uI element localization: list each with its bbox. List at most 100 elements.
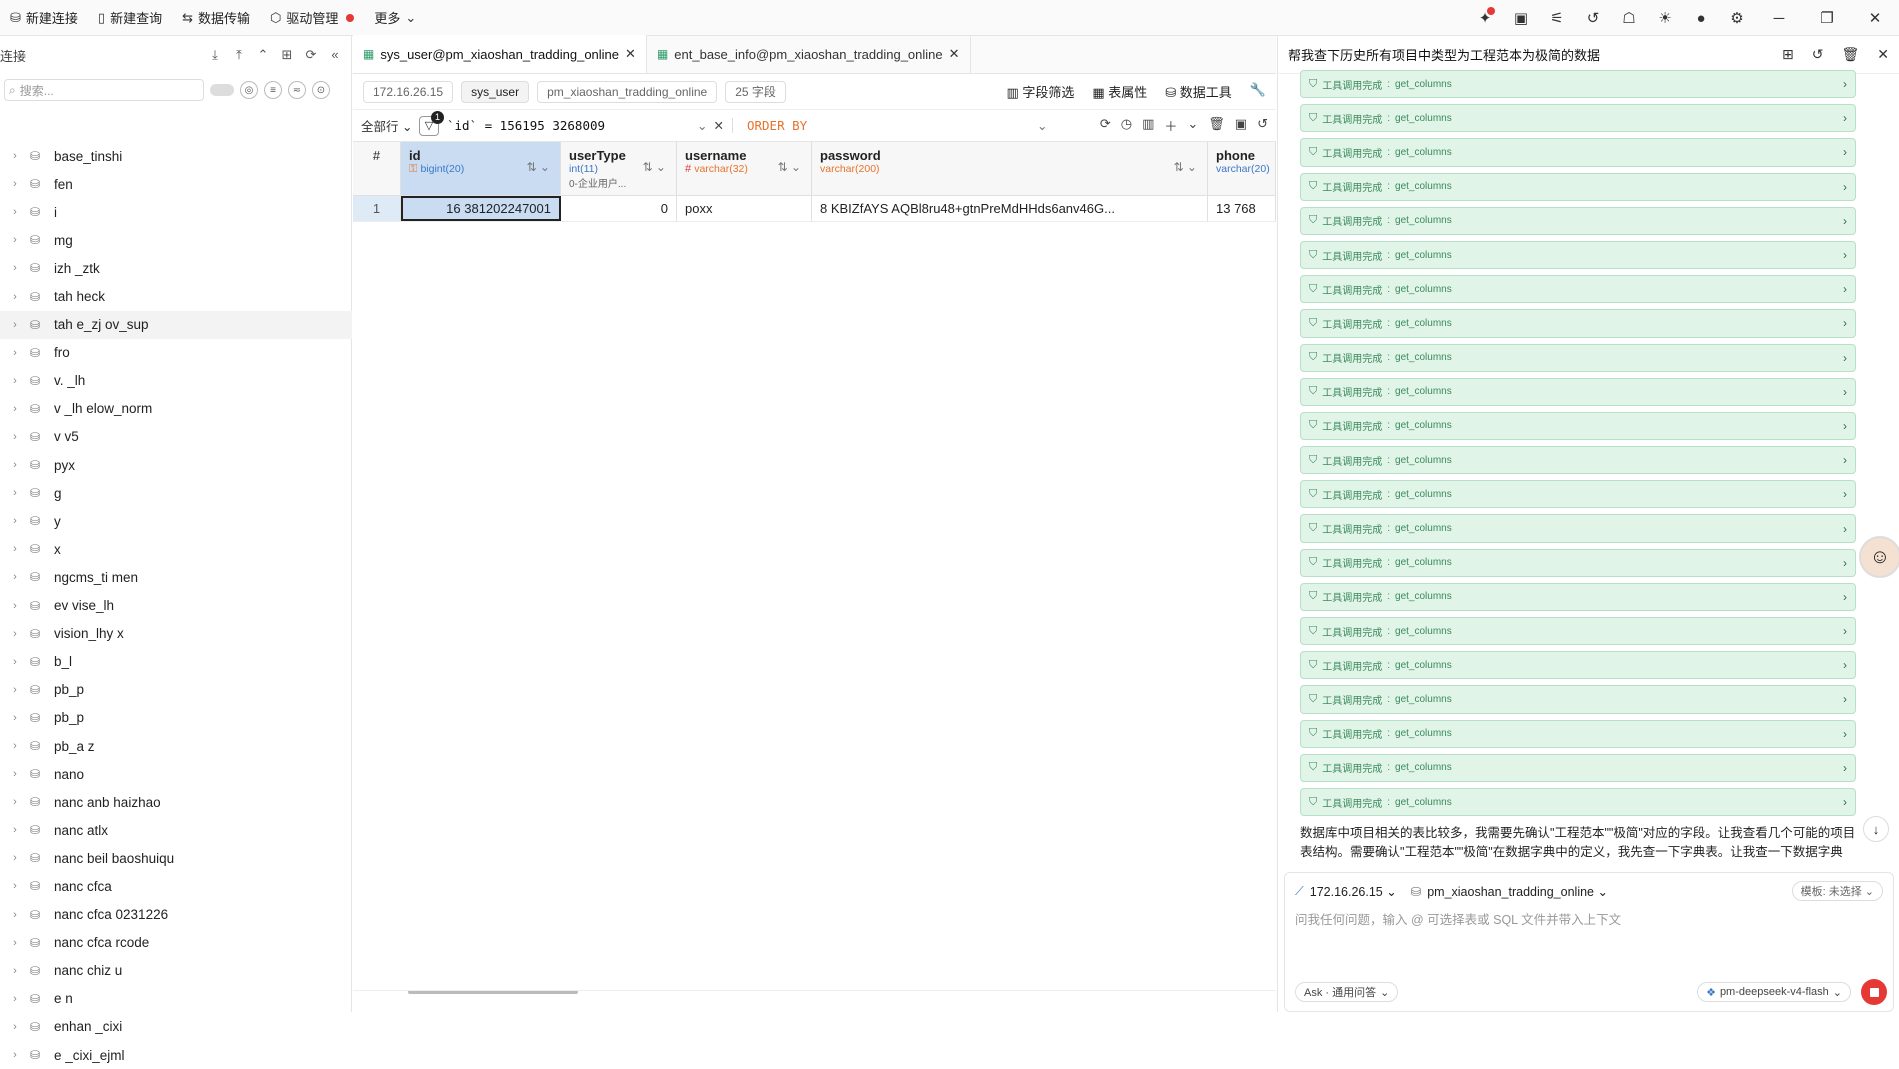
tree-item[interactable]: › ⛁ nanc beil baoshuiqu — [0, 844, 352, 872]
chevron-right-icon[interactable]: › — [0, 206, 30, 218]
clear-where-icon[interactable]: ✕ — [713, 118, 723, 133]
column-header[interactable]: userType int(11) 0-企业用户... ⇅ ⌄ — [561, 142, 677, 195]
order-dropdown-icon[interactable]: ⌄ — [1037, 118, 1047, 133]
database-select[interactable]: pm_xiaoshan_tradding_online ⌄ — [1427, 884, 1608, 899]
tree-item[interactable]: › ⛁ pb_a z — [0, 732, 352, 760]
robot-icon[interactable]: ☖ — [1611, 9, 1647, 27]
chat-history-icon[interactable]: ↺ — [1812, 46, 1824, 63]
tool-call-item[interactable]: ⛉ 工具调用完成: get_columns › — [1300, 275, 1856, 304]
editor-tab[interactable]: ▦ sys_user@pm_xiaoshan_tradding_online ✕ — [353, 35, 647, 73]
tree-item[interactable]: › ⛁ pb_p — [0, 676, 352, 704]
add-row-dropdown-icon[interactable]: ⌄ — [1187, 116, 1198, 135]
editor-tab[interactable]: ▦ ent_base_info@pm_xiaoshan_tradding_onli… — [647, 35, 971, 73]
tree-item[interactable]: › ⛁ enhan _cixi — [0, 1013, 352, 1041]
rollback-icon[interactable]: ↺ — [1257, 116, 1268, 135]
chevron-right-icon[interactable]: › — [1843, 180, 1847, 194]
column-header[interactable]: phone varchar(20) — [1208, 142, 1276, 195]
data-tools-button[interactable]: ⛁ 数据工具 — [1165, 82, 1232, 101]
tool-call-item[interactable]: ⛉ 工具调用完成: get_columns › — [1300, 309, 1856, 338]
new-connection-button[interactable]: ⛁ 新建连接 — [0, 0, 88, 36]
chevron-right-icon[interactable]: › — [0, 347, 30, 359]
chevron-right-icon[interactable]: › — [0, 880, 30, 892]
chevron-right-icon[interactable]: › — [0, 178, 30, 190]
data-transfer-button[interactable]: ⇆ 数据传输 — [172, 0, 260, 36]
chevron-right-icon[interactable]: › — [0, 909, 30, 921]
tree-item[interactable]: › ⛁ nanc cfca — [0, 872, 352, 900]
target-icon[interactable]: ◎ — [240, 81, 258, 99]
chevron-right-icon[interactable]: › — [1843, 727, 1847, 741]
tree-item[interactable]: › ⛁ izh _ztk — [0, 254, 352, 282]
chevron-right-icon[interactable]: › — [0, 993, 30, 1005]
chevron-right-icon[interactable]: › — [0, 543, 30, 555]
order-by-input[interactable]: ORDER BY — [731, 118, 1037, 133]
github-icon[interactable]: ● — [1683, 10, 1719, 27]
tool-call-item[interactable]: ⛉ 工具调用完成: get_columns › — [1300, 753, 1856, 782]
chevron-right-icon[interactable]: › — [1843, 761, 1847, 775]
collapse-all-icon[interactable]: ⌃ — [253, 47, 273, 63]
tool-call-item[interactable]: ⛉ 工具调用完成: get_columns › — [1300, 617, 1856, 646]
column-header[interactable]: id ⚿ bigint(20) ⇅ ⌄ — [401, 142, 561, 195]
import-icon[interactable]: ⤓ — [205, 47, 225, 63]
tree-item[interactable]: › ⛁ fen — [0, 170, 352, 198]
export-icon[interactable]: ⤒ — [229, 47, 249, 63]
chevron-right-icon[interactable]: › — [1843, 214, 1847, 228]
where-clause-input[interactable]: `id` = 156195 3268009 — [447, 118, 697, 133]
tool-call-item[interactable]: ⛉ 工具调用完成: get_columns › — [1300, 104, 1856, 133]
more-menu-button[interactable]: 更多 ⌄ — [364, 0, 426, 36]
chevron-right-icon[interactable]: › — [0, 150, 30, 162]
tree-item[interactable]: › ⛁ fro — [0, 339, 352, 367]
table-cell[interactable]: poxx — [677, 196, 812, 221]
save-icon[interactable]: ▣ — [1503, 9, 1539, 27]
tree-item[interactable]: › ⛁ v v5 — [0, 423, 352, 451]
collapse-sidebar-icon[interactable]: « — [325, 47, 345, 63]
tool-call-item[interactable]: ⛉ 工具调用完成: get_columns › — [1300, 206, 1856, 235]
chevron-right-icon[interactable]: › — [0, 656, 30, 668]
circle-dot-icon[interactable]: ⊙ — [312, 81, 330, 99]
table-cell[interactable]: 8 KBIZfAYS AQBl8ru48+gtnPreMdHHds6anv46G… — [812, 196, 1208, 221]
sort-icon[interactable]: ⇅ ⌄ — [778, 160, 801, 174]
tool-call-item[interactable]: ⛉ 工具调用完成: get_columns › — [1300, 685, 1856, 714]
tree-item[interactable]: › ⛁ nanc atlx — [0, 816, 352, 844]
tree-item[interactable]: › ⛁ v _lh elow_norm — [0, 395, 352, 423]
tool-call-item[interactable]: ⛉ 工具调用完成: get_columns › — [1300, 172, 1856, 201]
chevron-right-icon[interactable]: › — [0, 431, 30, 443]
tree-item[interactable]: › ⛁ b_l — [0, 648, 352, 676]
chevron-right-icon[interactable]: › — [1843, 77, 1847, 91]
chevron-right-icon[interactable]: › — [1843, 590, 1847, 604]
tree-item[interactable]: › ⛁ pyx — [0, 451, 352, 479]
chevron-right-icon[interactable]: › — [0, 319, 30, 331]
tree-item[interactable]: › ⛁ vision_lhy x — [0, 620, 352, 648]
chevron-right-icon[interactable]: › — [1843, 419, 1847, 433]
chevron-right-icon[interactable]: › — [0, 515, 30, 527]
tree-item[interactable]: › ⛁ x — [0, 535, 352, 563]
add-row-icon[interactable]: ＋ — [1164, 116, 1177, 135]
tree-item[interactable]: › ⛁ base_tinshi — [0, 142, 352, 170]
commit-icon[interactable]: ▣ — [1235, 116, 1247, 135]
tree-item[interactable]: › ⛁ g — [0, 479, 352, 507]
tree-item[interactable]: › ⛁ pb_p — [0, 704, 352, 732]
host-chip[interactable]: 172.16.26.15 — [363, 80, 454, 103]
chevron-right-icon[interactable]: › — [1843, 248, 1847, 262]
tool-call-item[interactable]: ⛉ 工具调用完成: get_columns › — [1300, 377, 1856, 406]
chevron-right-icon[interactable]: › — [1843, 351, 1847, 365]
tool-call-item[interactable]: ⛉ 工具调用完成: get_columns › — [1300, 582, 1856, 611]
chevron-right-icon[interactable]: › — [1843, 658, 1847, 672]
timer-icon[interactable]: ◷ — [1121, 116, 1132, 135]
column-header[interactable]: username # varchar(32) ⇅ ⌄ — [677, 142, 812, 195]
settings-gear-icon[interactable]: ⚙ — [1719, 9, 1755, 27]
chevron-right-icon[interactable]: › — [0, 1049, 30, 1061]
delete-row-icon[interactable]: 🗑 — [1208, 116, 1225, 135]
chevron-right-icon[interactable]: › — [1843, 453, 1847, 467]
wrench-icon[interactable]: 🔧 — [1250, 82, 1266, 101]
table-cell[interactable]: 16 381202247001 — [401, 196, 561, 221]
chevron-right-icon[interactable]: › — [0, 291, 30, 303]
chevron-right-icon[interactable]: › — [0, 684, 30, 696]
tool-call-item[interactable]: ⛉ 工具调用完成: get_columns › — [1300, 480, 1856, 509]
chevron-right-icon[interactable]: › — [0, 571, 30, 583]
assistant-avatar[interactable]: ☺ — [1859, 536, 1899, 578]
stop-button[interactable] — [1861, 979, 1887, 1005]
tool-call-item[interactable]: ⛉ 工具调用完成: get_columns › — [1300, 411, 1856, 441]
chevron-right-icon[interactable]: › — [0, 740, 30, 752]
field-filter-button[interactable]: ▥ 字段筛选 — [1006, 82, 1074, 101]
history-icon[interactable]: ↺ — [1575, 9, 1611, 27]
